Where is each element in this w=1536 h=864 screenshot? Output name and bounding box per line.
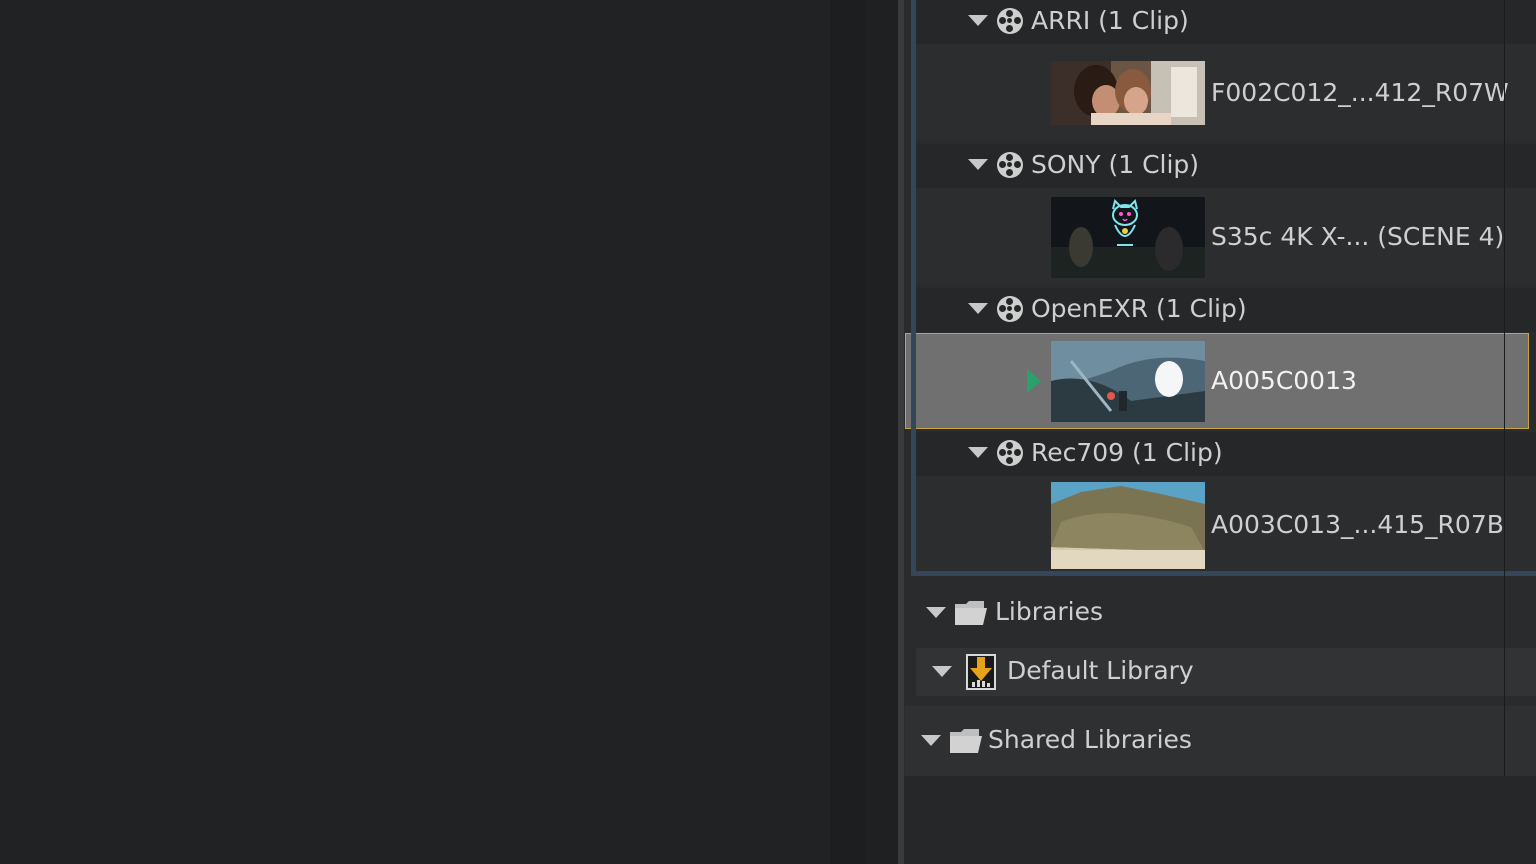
film-reel-icon xyxy=(997,152,1023,178)
disclosure-triangle-icon[interactable] xyxy=(968,15,988,26)
disclosure-triangle-icon[interactable] xyxy=(968,159,988,170)
film-reel-icon xyxy=(997,8,1023,34)
bin-label: SONY (1 Clip) xyxy=(1031,150,1200,179)
folder-icon xyxy=(950,729,982,753)
clip-thumbnail[interactable] xyxy=(1051,482,1205,569)
shared-libraries-row[interactable]: Shared Libraries xyxy=(905,706,1536,776)
clip-name[interactable]: S35c 4K X-... (SCENE 4) xyxy=(1211,222,1504,252)
clip-thumbnail[interactable] xyxy=(1051,341,1205,422)
libraries-label: Libraries xyxy=(995,597,1103,626)
libraries-row[interactable]: Libraries xyxy=(911,580,1536,644)
default-library-label: Default Library xyxy=(1007,656,1194,685)
bin-row-arri[interactable]: ARRI (1 Clip) xyxy=(916,0,1536,44)
clip-name[interactable]: F002C012_...412_R07W xyxy=(1211,78,1509,108)
disclosure-triangle-icon[interactable] xyxy=(932,666,952,677)
viewer-area xyxy=(0,0,830,864)
clip-name[interactable]: A005C0013 xyxy=(1211,366,1357,396)
clip-thumbnail[interactable] xyxy=(1051,61,1205,125)
film-reel-icon xyxy=(997,296,1023,322)
disclosure-triangle-icon[interactable] xyxy=(921,735,941,746)
bin-label: ARRI (1 Clip) xyxy=(1031,6,1189,35)
panel-gutter-inner xyxy=(866,0,898,864)
disclosure-triangle-icon[interactable] xyxy=(968,447,988,458)
bin-row-openexr[interactable]: OpenEXR (1 Clip) xyxy=(916,288,1536,332)
default-library-row[interactable]: Default Library xyxy=(916,648,1536,696)
media-pool-empty-area xyxy=(904,776,1536,864)
bin-label: Rec709 (1 Clip) xyxy=(1031,438,1223,467)
disclosure-triangle-icon[interactable] xyxy=(926,607,946,618)
shared-libraries-label: Shared Libraries xyxy=(988,725,1192,754)
clip-thumbnail[interactable] xyxy=(1051,197,1205,278)
panel-gutter xyxy=(830,0,866,864)
play-indicator-icon xyxy=(1027,369,1041,393)
disclosure-triangle-icon[interactable] xyxy=(968,303,988,314)
bin-label: OpenEXR (1 Clip) xyxy=(1031,294,1247,323)
folder-icon xyxy=(955,601,987,625)
film-reel-icon xyxy=(997,440,1023,466)
group-border xyxy=(911,571,1536,576)
clip-name[interactable]: A003C013_...415_R07B xyxy=(1211,510,1504,540)
scrollbar-track[interactable] xyxy=(1504,0,1505,776)
bin-row-sony[interactable]: SONY (1 Clip) xyxy=(916,144,1536,188)
bin-row-rec709[interactable]: Rec709 (1 Clip) xyxy=(916,432,1536,476)
library-download-icon xyxy=(966,654,996,690)
group-border xyxy=(911,0,916,575)
